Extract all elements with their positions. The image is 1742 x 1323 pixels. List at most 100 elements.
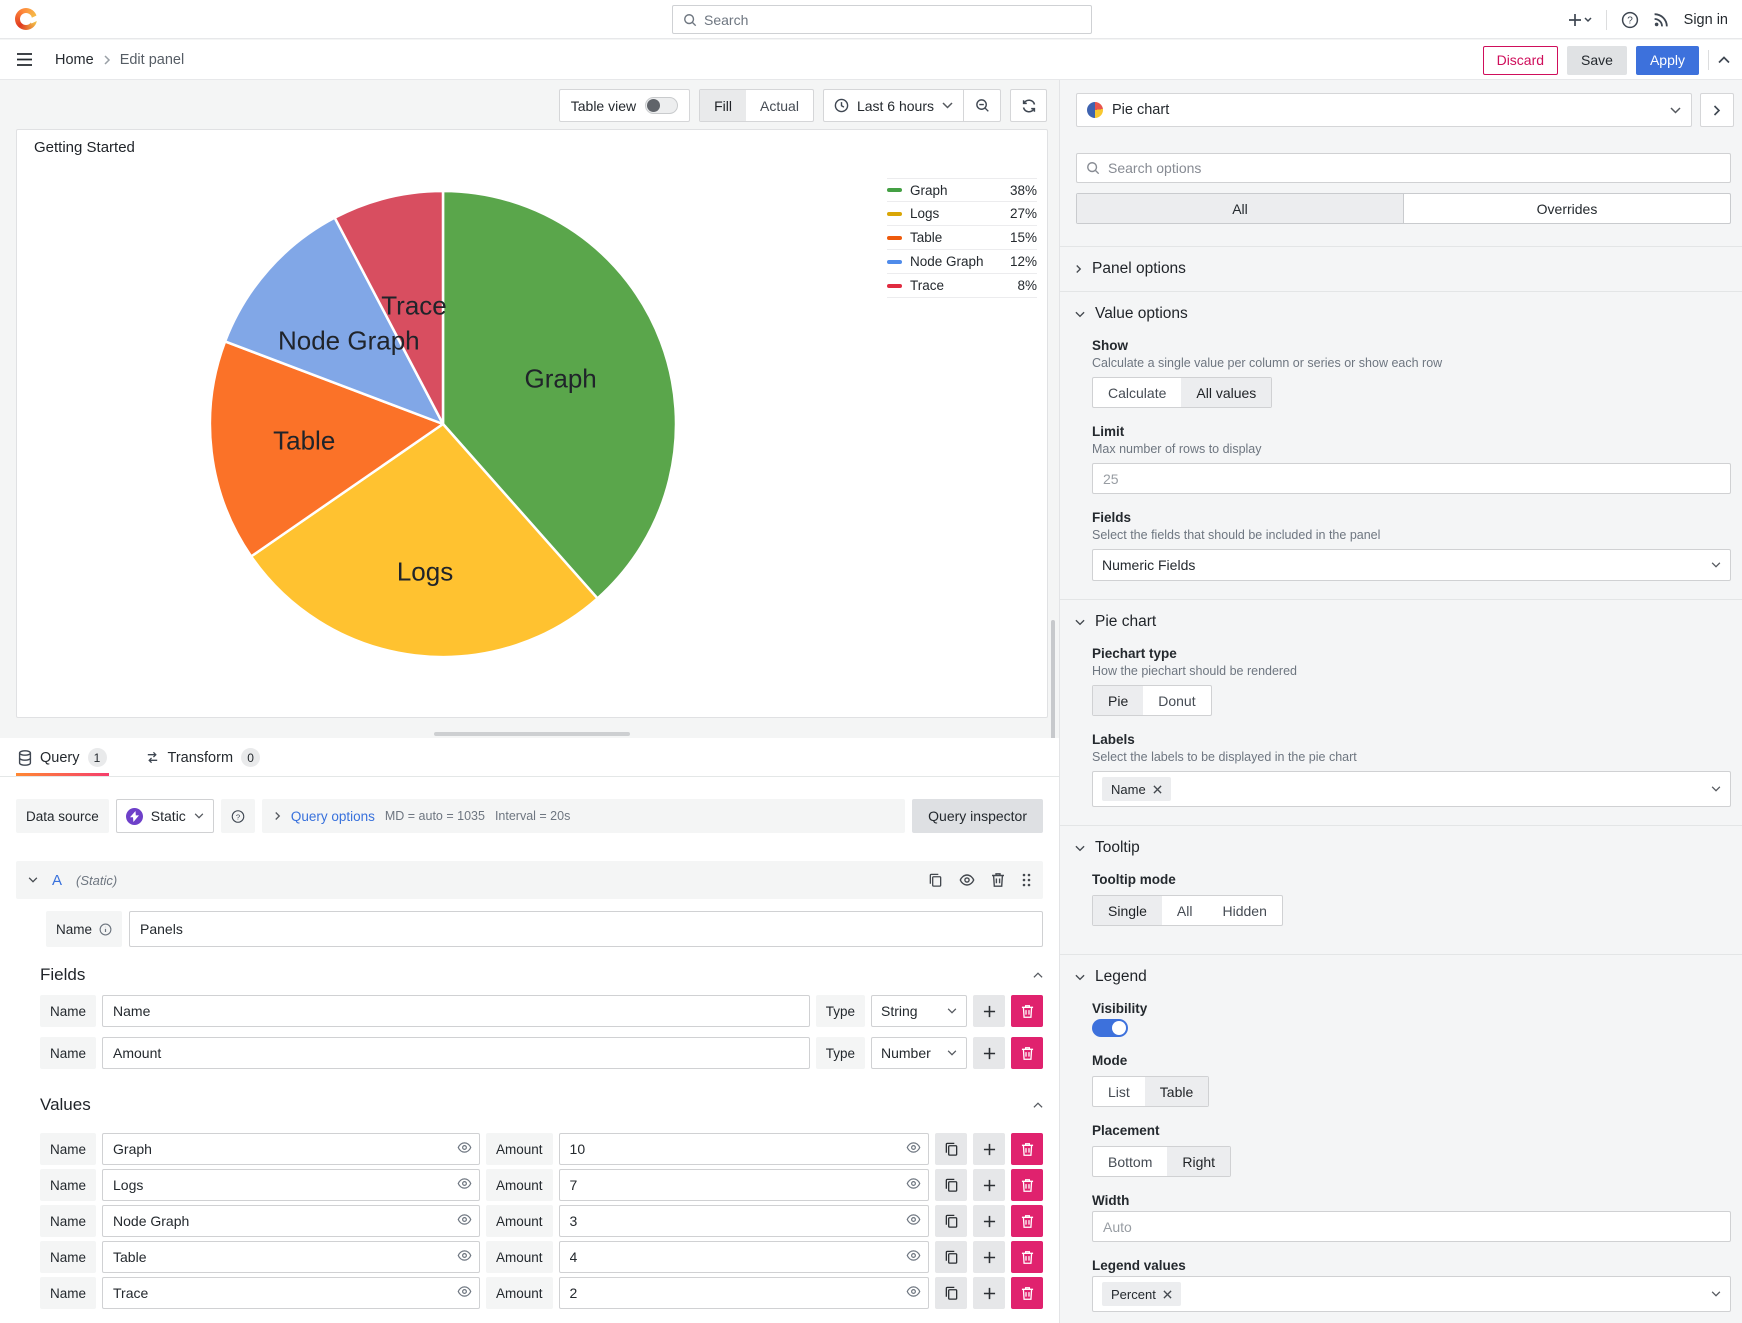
drag-handle-icon[interactable] xyxy=(1021,872,1031,888)
refresh-button[interactable] xyxy=(1010,89,1047,122)
pane-resize-handle[interactable] xyxy=(434,732,630,736)
add-value-button[interactable] xyxy=(973,1241,1005,1273)
left-pane-scrollbar[interactable] xyxy=(1051,620,1055,740)
field-type-select[interactable]: String xyxy=(871,995,967,1027)
delete-field-button[interactable] xyxy=(1011,1037,1043,1069)
legend-values-multiselect[interactable]: Percent xyxy=(1092,1276,1731,1312)
discard-button[interactable]: Discard xyxy=(1483,46,1558,75)
add-value-button[interactable] xyxy=(973,1205,1005,1237)
collapse-fields-icon[interactable] xyxy=(1033,972,1043,979)
help-icon[interactable]: ? xyxy=(1621,11,1639,29)
eye-icon[interactable] xyxy=(457,1249,472,1262)
legend-row[interactable]: Table15% xyxy=(887,226,1037,250)
eye-icon[interactable] xyxy=(457,1177,472,1190)
tab-overrides[interactable]: Overrides xyxy=(1403,194,1730,223)
collapse-editor-icon[interactable] xyxy=(1718,56,1730,64)
legend-width-input[interactable] xyxy=(1092,1211,1731,1242)
visualization-picker[interactable]: Pie chart xyxy=(1076,93,1692,127)
apply-button[interactable]: Apply xyxy=(1636,46,1699,75)
tooltip-section-header[interactable]: Tooltip xyxy=(1060,826,1742,870)
tooltip-hidden-option[interactable]: Hidden xyxy=(1207,896,1281,925)
breadcrumb-home[interactable]: Home xyxy=(55,52,94,68)
tooltip-all-option[interactable]: All xyxy=(1162,896,1208,925)
fill-option[interactable]: Fill xyxy=(700,90,746,121)
legend-visibility-toggle[interactable] xyxy=(1092,1019,1128,1037)
add-value-button[interactable] xyxy=(973,1133,1005,1165)
hide-query-eye-icon[interactable] xyxy=(959,873,975,887)
legend-table-option[interactable]: Table xyxy=(1145,1077,1208,1106)
pie-chart-section-header[interactable]: Pie chart xyxy=(1060,600,1742,644)
grafana-logo-icon[interactable] xyxy=(15,8,37,30)
legend-section-header[interactable]: Legend xyxy=(1060,955,1742,999)
all-values-option[interactable]: All values xyxy=(1181,378,1271,407)
placement-bottom-option[interactable]: Bottom xyxy=(1093,1147,1167,1176)
eye-icon[interactable] xyxy=(906,1213,921,1226)
delete-value-button[interactable] xyxy=(1011,1169,1043,1201)
eye-icon[interactable] xyxy=(906,1249,921,1262)
duplicate-value-button[interactable] xyxy=(935,1169,967,1201)
datasource-picker[interactable]: Static xyxy=(116,799,214,833)
query-name-input[interactable] xyxy=(129,911,1043,947)
calculate-option[interactable]: Calculate xyxy=(1093,378,1181,407)
value-options-header[interactable]: Value options xyxy=(1060,292,1742,336)
duplicate-value-button[interactable] xyxy=(935,1133,967,1165)
legend-row[interactable]: Logs27% xyxy=(887,202,1037,226)
value-name-input[interactable] xyxy=(102,1277,480,1309)
value-name-input[interactable] xyxy=(102,1205,480,1237)
add-field-button[interactable] xyxy=(973,995,1005,1027)
value-amount-input[interactable] xyxy=(559,1169,929,1201)
duplicate-query-icon[interactable] xyxy=(928,872,943,888)
field-type-select[interactable]: Number xyxy=(871,1037,967,1069)
legend-row[interactable]: Node Graph12% xyxy=(887,250,1037,274)
value-amount-input[interactable] xyxy=(559,1277,929,1309)
eye-icon[interactable] xyxy=(457,1213,472,1226)
legend-row[interactable]: Graph38% xyxy=(887,178,1037,202)
duplicate-value-button[interactable] xyxy=(935,1241,967,1273)
labels-multiselect[interactable]: Name xyxy=(1092,771,1731,807)
add-value-button[interactable] xyxy=(973,1169,1005,1201)
field-name-input[interactable] xyxy=(102,995,810,1027)
eye-icon[interactable] xyxy=(906,1177,921,1190)
value-name-input[interactable] xyxy=(102,1133,480,1165)
collapse-options-pane-button[interactable] xyxy=(1700,93,1734,127)
delete-value-button[interactable] xyxy=(1011,1277,1043,1309)
news-rss-icon[interactable] xyxy=(1653,11,1670,28)
save-button[interactable]: Save xyxy=(1567,46,1627,75)
tooltip-single-option[interactable]: Single xyxy=(1093,896,1162,925)
panel-options-header[interactable]: Panel options xyxy=(1060,247,1742,291)
add-field-button[interactable] xyxy=(973,1037,1005,1069)
datasource-help-button[interactable]: ? xyxy=(221,799,255,833)
pie-option[interactable]: Pie xyxy=(1093,686,1143,715)
actual-option[interactable]: Actual xyxy=(746,90,813,121)
tab-all[interactable]: All xyxy=(1077,194,1403,223)
delete-query-trash-icon[interactable] xyxy=(991,872,1005,888)
value-amount-input[interactable] xyxy=(559,1205,929,1237)
delete-value-button[interactable] xyxy=(1011,1133,1043,1165)
time-range-picker[interactable]: Last 6 hours xyxy=(824,90,963,121)
duplicate-value-button[interactable] xyxy=(935,1205,967,1237)
remove-chip-x-icon[interactable] xyxy=(1153,785,1162,794)
query-row-header[interactable]: A (Static) xyxy=(16,861,1043,899)
placement-right-option[interactable]: Right xyxy=(1167,1147,1230,1176)
chevron-down-icon[interactable] xyxy=(28,877,38,883)
delete-value-button[interactable] xyxy=(1011,1205,1043,1237)
tab-transform[interactable]: Transform 0 xyxy=(143,748,263,776)
fields-select[interactable]: Numeric Fields xyxy=(1092,549,1731,581)
options-search-input[interactable]: Search options xyxy=(1076,153,1731,183)
add-new-button[interactable] xyxy=(1568,12,1592,28)
value-amount-input[interactable] xyxy=(559,1133,929,1165)
query-options-link[interactable]: Query options xyxy=(291,809,375,824)
donut-option[interactable]: Donut xyxy=(1143,686,1210,715)
collapse-values-icon[interactable] xyxy=(1033,1102,1043,1109)
delete-field-button[interactable] xyxy=(1011,995,1043,1027)
legend-row[interactable]: Trace8% xyxy=(887,274,1037,298)
duplicate-value-button[interactable] xyxy=(935,1277,967,1309)
query-options-bar[interactable]: Query options MD = auto = 1035 Interval … xyxy=(262,799,905,833)
eye-icon[interactable] xyxy=(457,1141,472,1154)
zoom-out-time-button[interactable] xyxy=(963,90,1000,121)
table-view-toggle[interactable] xyxy=(645,97,678,114)
value-name-input[interactable] xyxy=(102,1241,480,1273)
limit-input[interactable] xyxy=(1092,463,1731,494)
eye-icon[interactable] xyxy=(457,1285,472,1298)
remove-chip-x-icon[interactable] xyxy=(1163,1290,1172,1299)
